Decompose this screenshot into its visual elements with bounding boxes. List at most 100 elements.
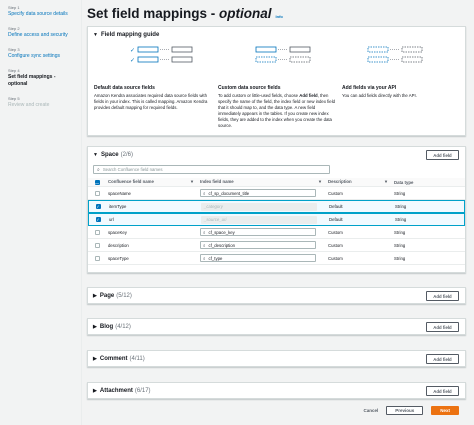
sort-caret-icon: ▾: [384, 179, 387, 184]
data-type-cell: String: [395, 204, 407, 209]
sort-caret-icon: ▾: [318, 179, 321, 184]
index-field-value: _category: [204, 204, 223, 209]
caret-right-icon: ▶: [93, 388, 97, 394]
attachment-section: ▶ Attachment (6/17) Add field: [87, 382, 466, 399]
section-count: (4/12): [115, 324, 131, 330]
col-header-desc[interactable]: Description ▾: [326, 179, 392, 185]
index-field-cell: ⌕ cf_type: [198, 254, 326, 262]
index-field-cell: _category: [199, 202, 327, 211]
section-name: Page: [99, 293, 115, 299]
search-icon: ⌕: [203, 229, 206, 235]
row-check-cell: [88, 229, 106, 235]
conf-field-name: itemType: [109, 204, 127, 209]
add-field-button[interactable]: Add field: [426, 354, 459, 364]
search-icon: ⌕: [97, 166, 100, 173]
index-field-input[interactable]: ⌕ cf_description: [200, 241, 316, 249]
description-cell: Custom: [328, 190, 343, 196]
page-section: ▶ Page (5/12) Add field: [87, 287, 466, 304]
wizard-footer: Cancel Previous Next: [363, 406, 459, 415]
table-row[interactable]: ✓ itemType _category Default String: [88, 200, 465, 213]
row-checkbox[interactable]: [94, 190, 100, 196]
blog-section: ▶ Blog (4/12) Add field: [87, 318, 466, 335]
step-link[interactable]: Configure sync settings: [8, 53, 73, 60]
table-row[interactable]: description ⌕ cf_description Custom Strin…: [88, 239, 465, 252]
guide-custom-text-post: , then specify the name of the field, th…: [218, 93, 336, 128]
step-5: Step 5 Review and create: [8, 96, 73, 109]
table-row[interactable]: spaceKey ⌕ cf_space_key Custom String: [88, 226, 465, 239]
index-field-cell: ⌕ cf_sp_document_title: [198, 189, 326, 197]
step-link[interactable]: Define access and security: [8, 32, 73, 39]
index-field-value: cf_description: [208, 242, 236, 248]
row-check-cell: ✓: [89, 217, 107, 222]
table-row[interactable]: spaceName ⌕ cf_sp_document_title Custom S…: [88, 187, 465, 200]
caret-right-icon: ▶: [93, 324, 97, 330]
row-checkbox[interactable]: [94, 229, 100, 235]
guide-custom-text-pre: To add custom or little-used fields, cho…: [218, 93, 300, 98]
row-checkbox[interactable]: ✓: [95, 204, 101, 209]
data-type-cell: String: [394, 255, 406, 261]
step-disabled-title: Review and create: [8, 102, 50, 108]
data-type-cell: String: [394, 229, 406, 235]
table-row[interactable]: spaceType ⌕ cf_type Custom String: [88, 252, 465, 265]
row-checkbox[interactable]: ✓: [95, 217, 101, 222]
caret-down-icon: ▼: [93, 152, 98, 158]
guide-col-api: Add fields via your API You can add fiel…: [342, 43, 460, 99]
row-checkbox[interactable]: [94, 242, 100, 248]
index-field-cell: ⌕ cf_description: [198, 241, 326, 249]
guide-toggle[interactable]: ▼ Field mapping guide: [93, 32, 159, 38]
index-field-input[interactable]: ⌕ cf_sp_document_title: [200, 189, 316, 197]
add-field-button[interactable]: Add field: [426, 291, 459, 301]
step-2[interactable]: Step 2 Define access and security: [8, 26, 73, 39]
col-header-type: Data type: [392, 180, 452, 185]
svg-text:✓: ✓: [130, 57, 135, 64]
svg-text:✓: ✓: [130, 47, 135, 54]
section-name: Attachment: [99, 388, 133, 394]
table-row[interactable]: ✓ url _source_uri Default String: [88, 213, 465, 226]
index-field-value: cf_type: [208, 255, 223, 261]
blog-toggle[interactable]: ▶ Blog (4/12): [93, 324, 131, 330]
step-3[interactable]: Step 3 Configure sync settings: [8, 47, 73, 60]
select-all-checkbox[interactable]: —: [94, 179, 100, 185]
data-type-cell: String: [394, 242, 406, 248]
guide-api-text: You can add fields directly with the API…: [342, 93, 417, 98]
page-toggle[interactable]: ▶ Page (5/12): [93, 293, 132, 299]
row-check-cell: [88, 242, 106, 248]
add-field-button[interactable]: Add field: [426, 386, 459, 396]
attachment-toggle[interactable]: ▶ Attachment (6/17): [93, 388, 151, 394]
col-header-label: Data type: [394, 179, 414, 185]
index-field-input[interactable]: ⌕ cf_space_key: [200, 228, 316, 236]
add-field-button[interactable]: Add field: [426, 150, 459, 160]
conf-field-name: url: [109, 217, 114, 222]
conf-field-name: spaceType: [108, 255, 129, 261]
description-cell: Custom: [328, 242, 343, 248]
step-link[interactable]: Specify data source details: [8, 11, 73, 18]
col-header-conf[interactable]: Confluence field name ▾: [106, 179, 198, 185]
index-field-cell: ⌕ cf_space_key: [198, 228, 326, 236]
section-count: (2/6): [120, 152, 133, 158]
search-icon: ⌕: [203, 255, 206, 261]
index-field-input: _source_uri: [201, 215, 317, 224]
index-field-value: cf_space_key: [208, 229, 235, 235]
description-cell: Custom: [328, 255, 343, 261]
section-count: (6/17): [134, 388, 151, 394]
col-header-label: Confluence field name: [108, 179, 154, 184]
info-link[interactable]: Info: [276, 14, 283, 19]
space-toggle[interactable]: ▼ Space (2/6): [93, 152, 133, 158]
description-cell: Default: [329, 217, 343, 222]
comment-toggle[interactable]: ▶ Comment (4/11): [93, 356, 145, 362]
index-field-input[interactable]: ⌕ cf_type: [200, 254, 316, 262]
next-button[interactable]: Next: [431, 406, 459, 415]
guide-api-title: Add fields via your API: [342, 85, 397, 91]
cancel-button[interactable]: Cancel: [363, 408, 378, 413]
sort-caret-icon: ▾: [190, 179, 193, 184]
row-checkbox[interactable]: [94, 255, 100, 261]
conf-field-name: spaceKey: [108, 229, 127, 235]
conf-field-name: description: [108, 242, 129, 248]
add-field-button[interactable]: Add field: [426, 322, 459, 332]
search-input[interactable]: ⌕ Search Confluence field names: [93, 165, 330, 174]
custom-fields-illustration: [218, 43, 336, 83]
previous-button[interactable]: Previous: [386, 406, 424, 415]
step-1[interactable]: Step 1 Specify data source details: [8, 5, 73, 18]
col-header-index[interactable]: Index field name ▾: [198, 179, 326, 185]
description-cell: Default: [329, 204, 343, 209]
